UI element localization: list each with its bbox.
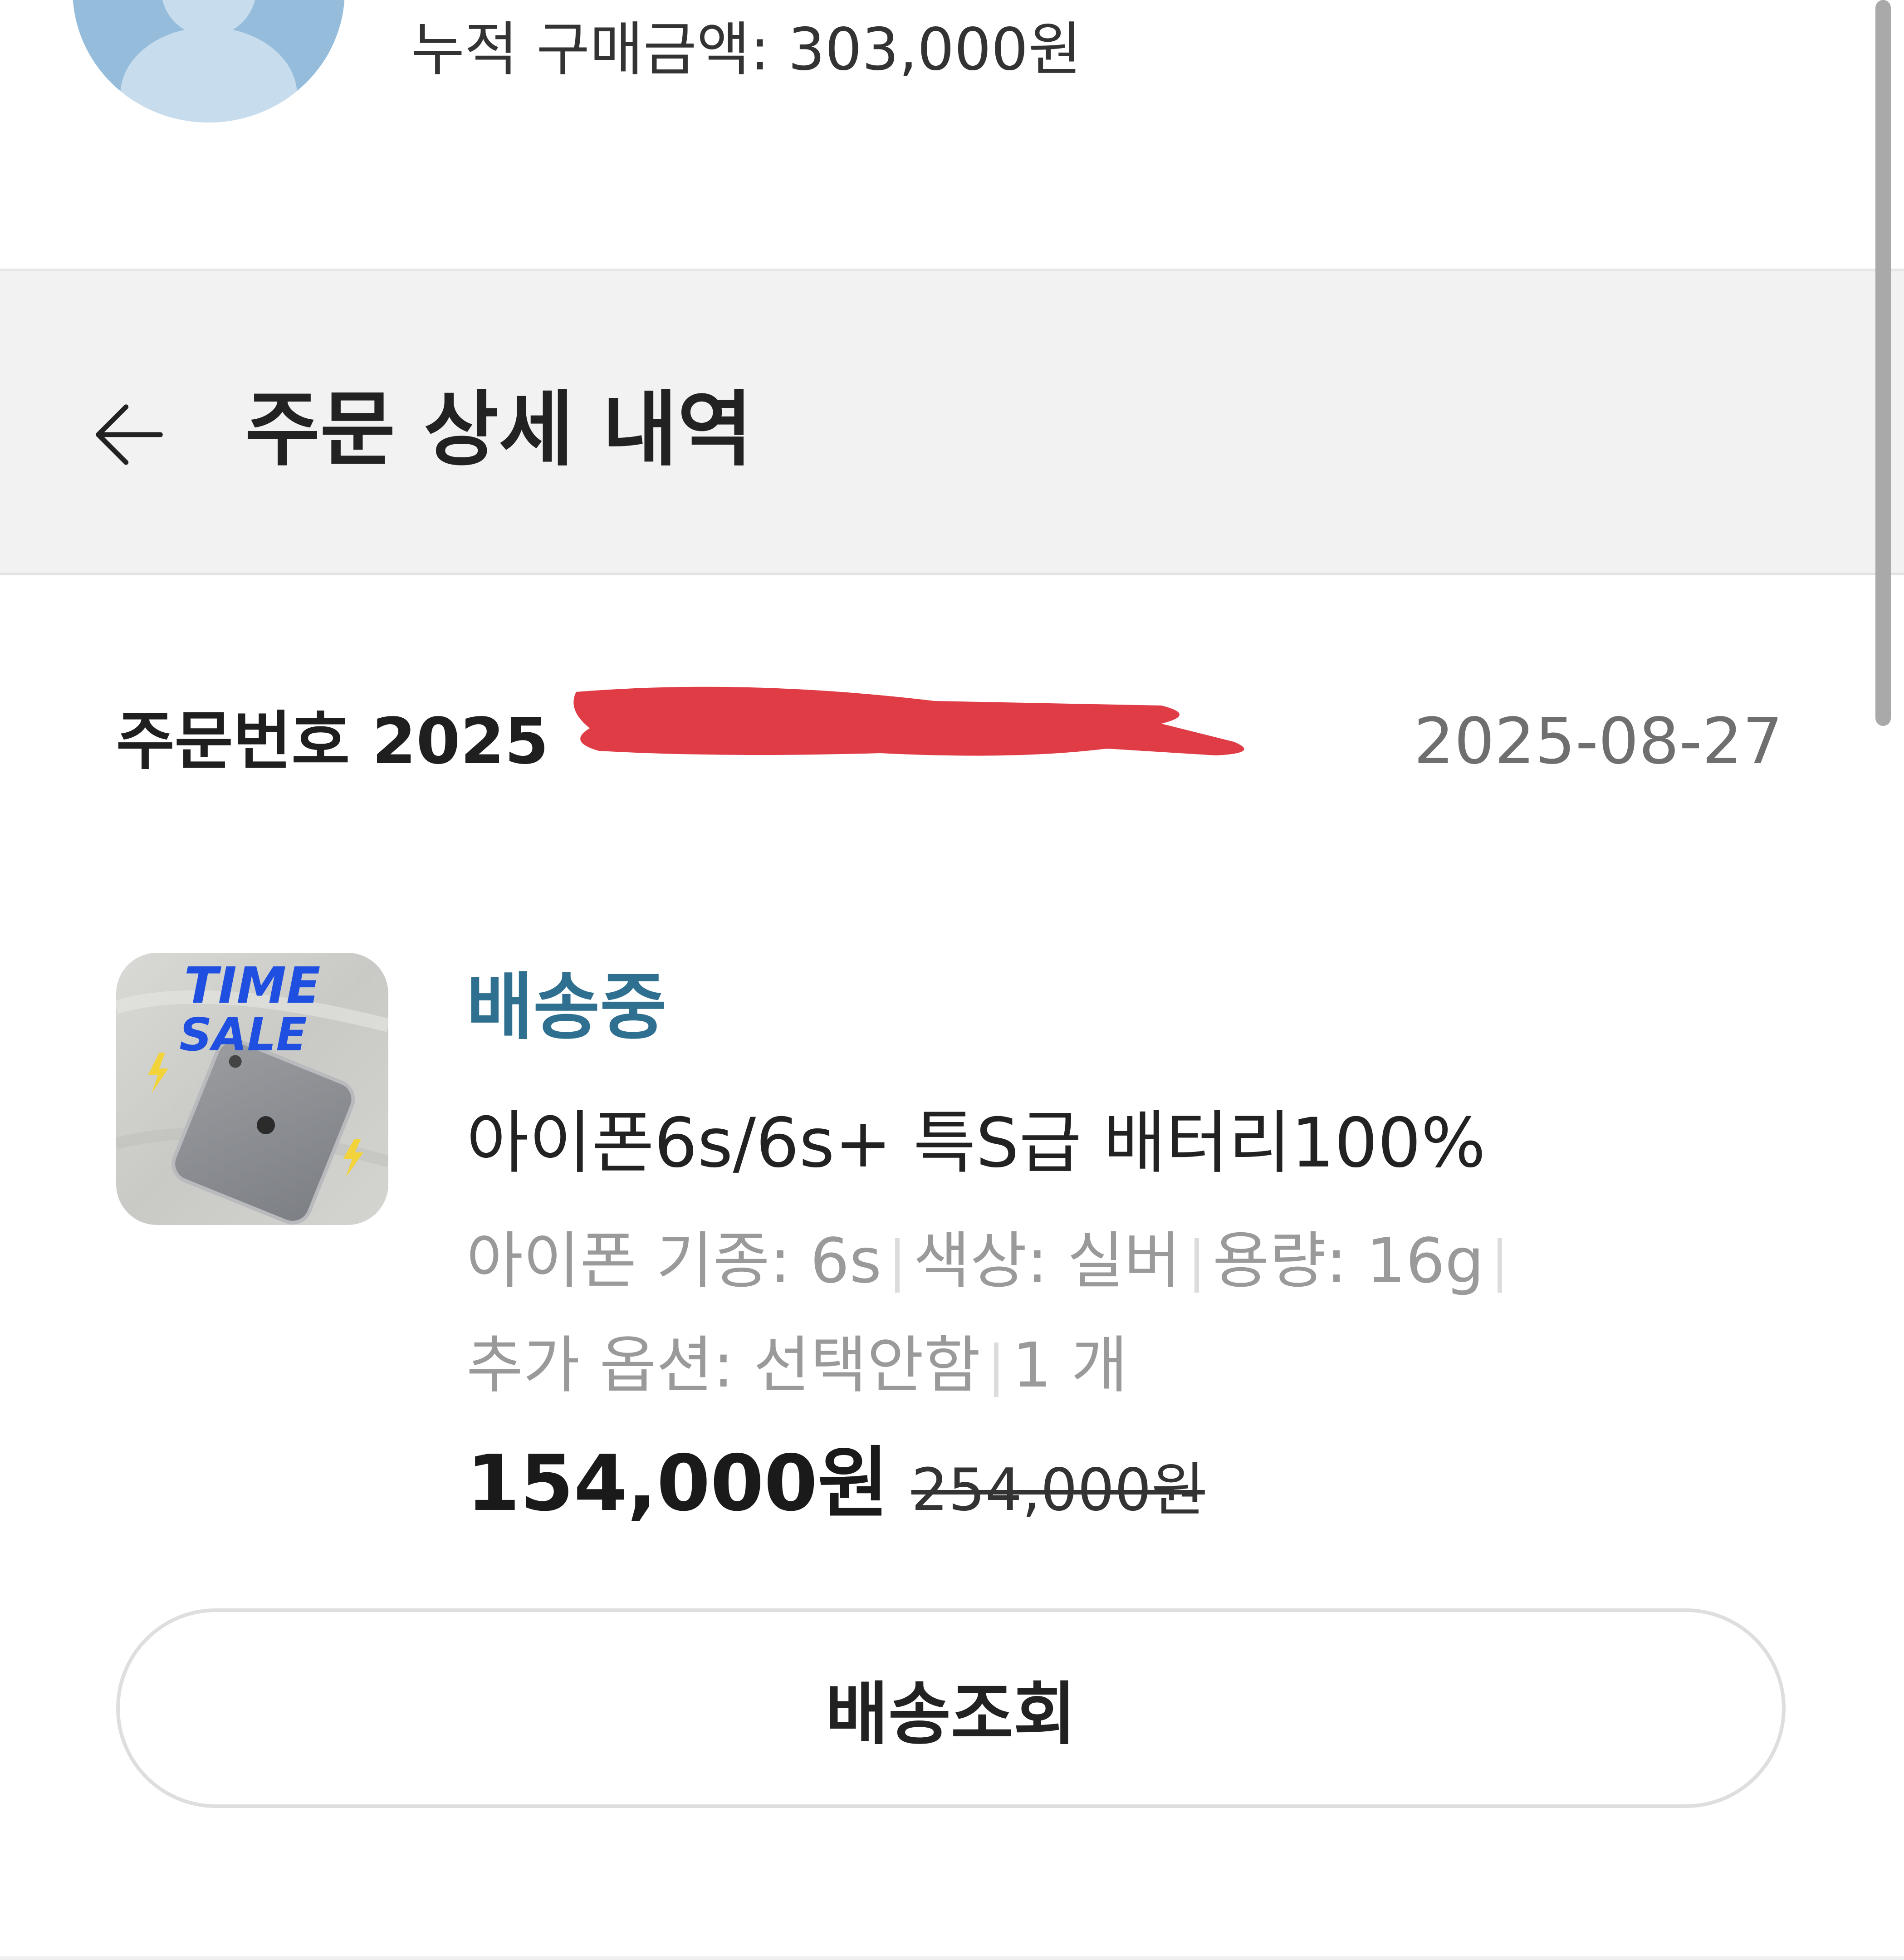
track-delivery-button[interactable]: 배송조회 (116, 1608, 1786, 1808)
product-options-line1: 아이폰 기종: 6s 색상: 실버 용량: 16g (466, 1220, 1516, 1302)
user-avatar-icon (73, 0, 345, 122)
option-color: 색상: 실버 (913, 1225, 1181, 1297)
redaction-mark (573, 686, 1244, 756)
original-price: 254,000원 (911, 1456, 1205, 1524)
divider (1194, 1238, 1199, 1293)
arrow-left-icon[interactable] (88, 394, 170, 475)
delivery-status: 배송중 (466, 965, 667, 1049)
option-capacity: 용량: 16g (1212, 1225, 1484, 1297)
divider (895, 1238, 900, 1293)
scrollbar-thumb[interactable] (1875, 0, 1891, 726)
page-header: 주문 상세 내역 (0, 269, 1904, 575)
product-name[interactable]: 아이폰6s/6s+ 특S급 배터리100% (466, 1098, 1486, 1189)
order-date: 2025-08-27 (1414, 705, 1783, 779)
divider (1498, 1238, 1503, 1293)
page-title: 주문 상세 내역 (245, 382, 753, 477)
product-options-line2: 추가 옵션: 선택안함 1 개 (466, 1325, 1128, 1406)
sale-price: 154,000원 (466, 1439, 889, 1529)
profile-section: 누적 구매금액: 303,000원 (0, 0, 1904, 269)
thumbnail-text-2: SALE (179, 1008, 307, 1061)
total-purchase-amount: 누적 구매금액: 303,000원 (411, 16, 1082, 83)
option-quantity: 1 개 (1012, 1330, 1128, 1401)
order-number: 주문번호 2025 (116, 705, 549, 779)
option-extra: 추가 옵션: 선택안함 (466, 1330, 981, 1401)
option-model: 아이폰 기종: 6s (466, 1225, 882, 1297)
product-thumbnail[interactable]: TIME SALE (116, 953, 388, 1225)
price-row: 154,000원 254,000원 (466, 1434, 1205, 1540)
divider (994, 1342, 999, 1397)
thumbnail-text-1: TIME (184, 956, 321, 1014)
divider (0, 1956, 1904, 1960)
